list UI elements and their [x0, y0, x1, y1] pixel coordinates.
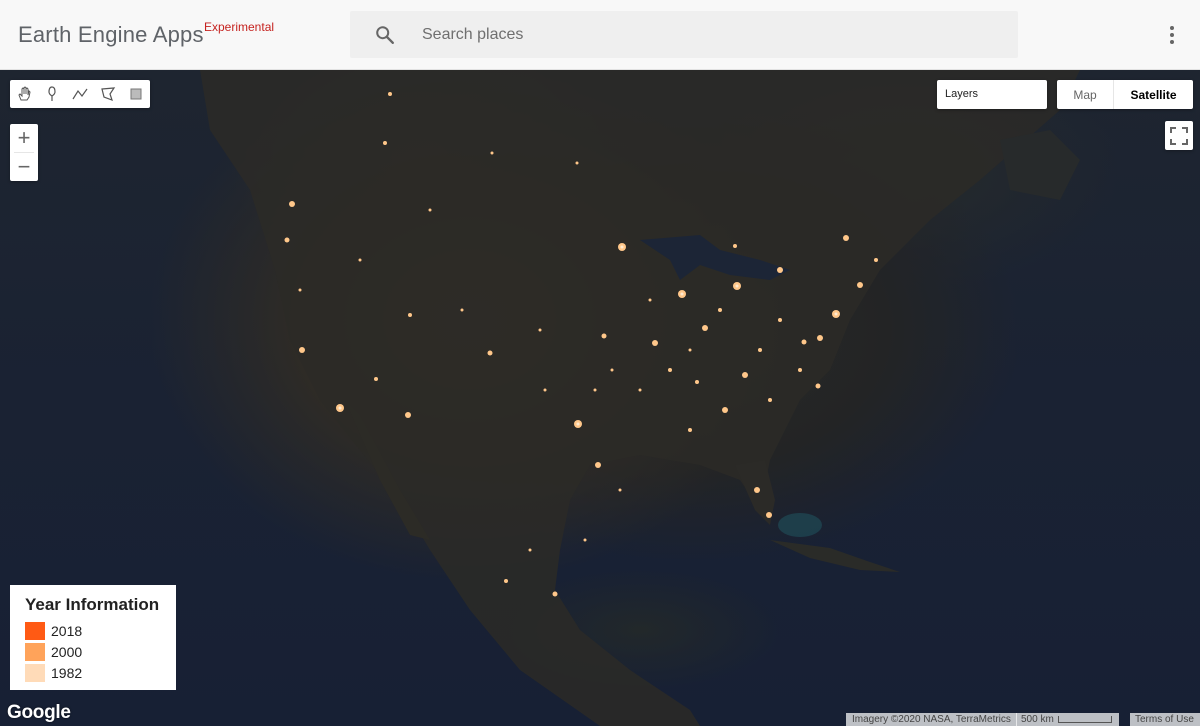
fullscreen-button[interactable]: [1165, 121, 1193, 150]
scale-label: 500 km: [1021, 714, 1054, 725]
hand-pan-icon[interactable]: [10, 80, 38, 108]
scale-bar: [1058, 716, 1112, 723]
legend-item: 2000: [25, 641, 161, 662]
map-imagery: [200, 70, 1080, 726]
polygon-icon[interactable]: [94, 80, 122, 108]
land-newfoundland: [1000, 130, 1080, 200]
legend-label: 2018: [51, 622, 83, 639]
legend-label: 1982: [51, 664, 83, 681]
map-type-map-button[interactable]: Map: [1057, 80, 1114, 109]
legend-swatch-2018: [25, 621, 45, 640]
app-title: Earth Engine Apps: [18, 22, 204, 47]
search-box[interactable]: [350, 11, 1018, 58]
map-type-control: Map Satellite: [1057, 80, 1193, 109]
zoom-control: + −: [10, 124, 38, 181]
google-logo: Google: [7, 702, 71, 723]
legend-title: Year Information: [25, 595, 160, 614]
land-caribbean: [770, 540, 900, 572]
zoom-out-button[interactable]: −: [10, 153, 38, 181]
polyline-icon[interactable]: [66, 80, 94, 108]
imagery-attribution: Imagery ©2020 NASA, TerraMetrics: [846, 713, 1017, 726]
app-header: Earth Engine Apps Experimental: [0, 0, 1200, 70]
land-north-america: [200, 70, 1080, 726]
fullscreen-icon: [1170, 126, 1188, 145]
search-icon[interactable]: [374, 24, 396, 46]
drawing-toolbar: [10, 80, 150, 108]
legend-item: 1982: [25, 662, 161, 683]
more-vert-icon[interactable]: [1160, 22, 1184, 48]
legend-panel: Year Information 2018 2000 1982: [10, 585, 176, 690]
map-canvas[interactable]: [0, 70, 1200, 726]
scale-indicator[interactable]: 500 km: [1016, 713, 1119, 726]
experimental-tag: Experimental: [204, 20, 275, 34]
layers-dropdown[interactable]: Layers: [937, 80, 1047, 109]
map-type-satellite-button[interactable]: Satellite: [1114, 80, 1193, 109]
legend-swatch-2000: [25, 642, 45, 661]
rectangle-icon[interactable]: [122, 80, 150, 108]
point-marker-icon[interactable]: [38, 80, 66, 108]
legend-item: 2018: [25, 620, 161, 641]
search-input[interactable]: [422, 11, 1002, 58]
zoom-in-button[interactable]: +: [10, 124, 38, 152]
legend-swatch-1982: [25, 663, 45, 682]
legend-label: 2000: [51, 643, 83, 660]
terms-of-use-link[interactable]: Terms of Use: [1130, 713, 1200, 726]
